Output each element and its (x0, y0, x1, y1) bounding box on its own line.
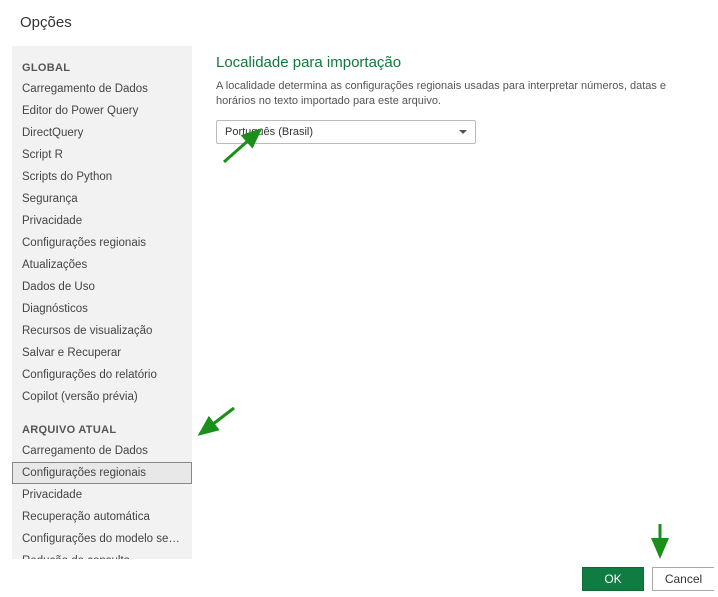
ok-button[interactable]: OK (582, 567, 644, 591)
sidebar-item-file-data-load[interactable]: Carregamento de Dados (12, 440, 192, 462)
sidebar-item-report-settings-global[interactable]: Configurações do relatório (12, 364, 192, 386)
cancel-button[interactable]: Cancel (652, 567, 714, 591)
sidebar-item-global-data-load[interactable]: Carregamento de Dados (12, 78, 192, 100)
sidebar-item-auto-recovery[interactable]: Recuperação automática (12, 506, 192, 528)
dialog-title: Opções (0, 0, 718, 31)
sidebar-header-global: GLOBAL (12, 56, 192, 78)
sidebar-item-usage-data[interactable]: Dados de Uso (12, 276, 192, 298)
sidebar-item-updates[interactable]: Atualizações (12, 254, 192, 276)
sidebar-item-privacy-global[interactable]: Privacidade (12, 210, 192, 232)
chevron-down-icon (459, 130, 467, 134)
locale-selected-value: Português (Brasil) (225, 126, 313, 138)
sidebar-item-copilot[interactable]: Copilot (versão prévia) (12, 386, 192, 408)
sidebar-item-power-query-editor[interactable]: Editor do Power Query (12, 100, 192, 122)
sidebar-item-python-scripts[interactable]: Scripts do Python (12, 166, 192, 188)
sidebar-item-security[interactable]: Segurança (12, 188, 192, 210)
dialog-footer: OK Cancel (582, 567, 718, 591)
sidebar-item-directquery[interactable]: DirectQuery (12, 122, 192, 144)
sidebar-header-current-file: ARQUIVO ATUAL (12, 418, 192, 440)
sidebar-item-diagnostics[interactable]: Diagnósticos (12, 298, 192, 320)
sidebar-item-save-recover[interactable]: Salvar e Recuperar (12, 342, 192, 364)
sidebar-item-file-privacy[interactable]: Privacidade (12, 484, 192, 506)
content-title: Localidade para importação (216, 54, 700, 71)
sidebar-item-file-regional[interactable]: Configurações regionais (12, 462, 192, 484)
content-description: A localidade determina as configurações … (216, 79, 700, 110)
locale-dropdown[interactable]: Português (Brasil) (216, 120, 476, 144)
sidebar-item-query-reduction[interactable]: Redução de consulta (12, 550, 192, 559)
sidebar-item-preview-features[interactable]: Recursos de visualização (12, 320, 192, 342)
sidebar-item-script-r[interactable]: Script R (12, 144, 192, 166)
options-main: GLOBAL Carregamento de Dados Editor do P… (12, 46, 718, 559)
content-pane: Localidade para importação A localidade … (192, 46, 718, 559)
sidebar: GLOBAL Carregamento de Dados Editor do P… (12, 46, 192, 559)
sidebar-item-regional-global[interactable]: Configurações regionais (12, 232, 192, 254)
sidebar-item-semantic-model[interactable]: Configurações do modelo semân... (12, 528, 192, 550)
